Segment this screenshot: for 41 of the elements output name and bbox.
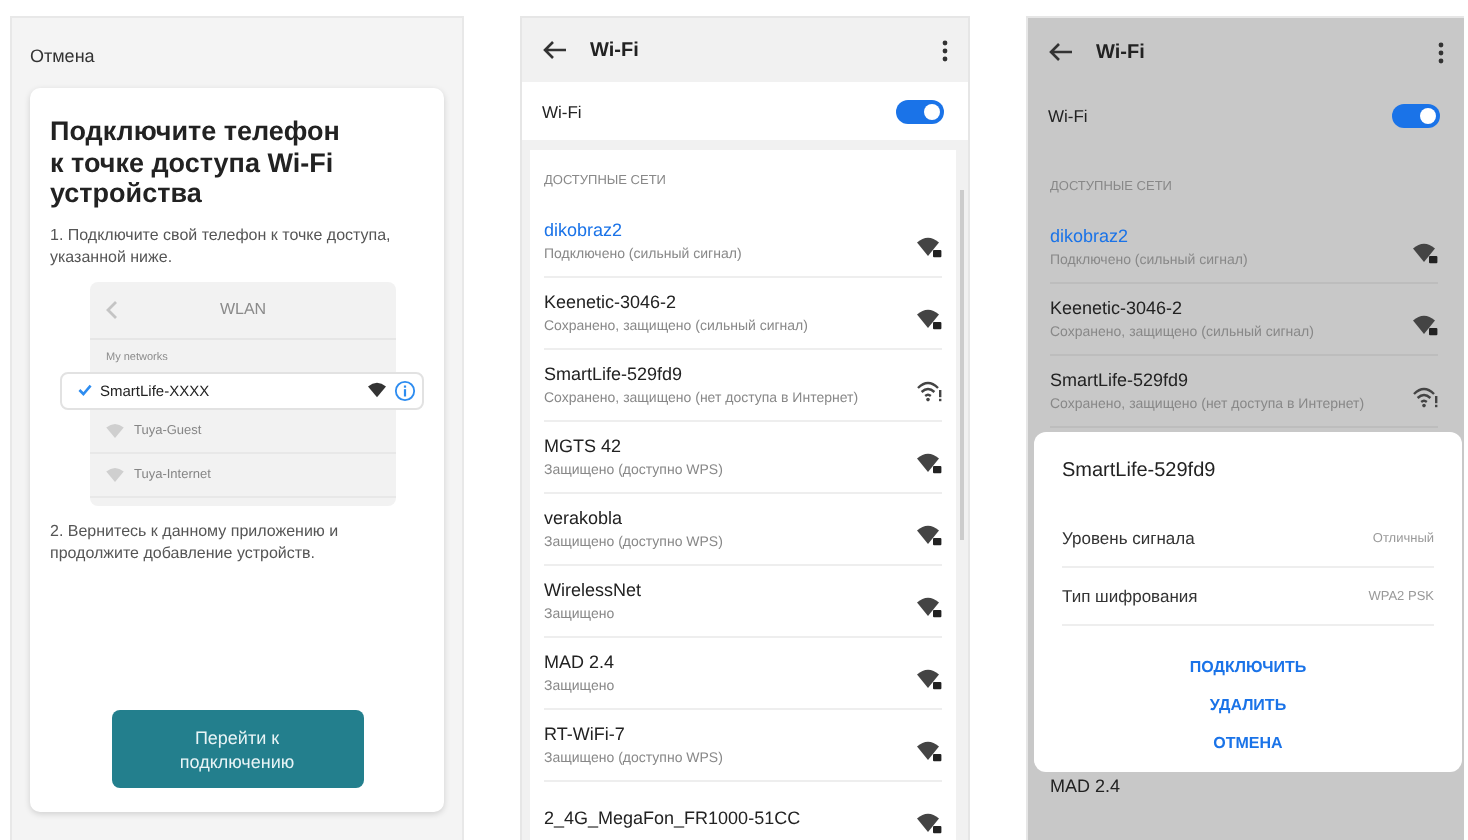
- dialog-label: Уровень сигнала: [1062, 528, 1195, 548]
- network-name[interactable]: MAD 2.4: [1050, 776, 1121, 796]
- info-icon: [394, 379, 416, 401]
- back-chevron-icon: [106, 299, 118, 319]
- setup-title: Подключите телефон к точке доступа Wi-Fi устройства: [50, 116, 342, 209]
- screen-title: Wi-Fi: [590, 39, 641, 62]
- dialog-button[interactable]: ПОДКЛЮЧИТЬ: [1181, 654, 1315, 680]
- dialog-title: SmartLife-529fd9: [1062, 460, 1218, 482]
- network-name[interactable]: SmartLife-529fd9: [544, 363, 683, 383]
- more-options-icon[interactable]: [942, 39, 948, 62]
- cancel-link[interactable]: Отмена: [30, 46, 95, 66]
- network-name[interactable]: MGTS 42: [544, 435, 622, 455]
- wifi-icon: [368, 382, 386, 398]
- network-name[interactable]: verakobla: [544, 507, 623, 527]
- step-text: 2. Вернитесь к данному приложению и продолжите добавление устройств.: [50, 519, 341, 563]
- wifi-switch[interactable]: [896, 99, 944, 124]
- network-name[interactable]: dikobraz2: [544, 219, 623, 239]
- network-name[interactable]: WirelessNet: [544, 579, 642, 599]
- network-name[interactable]: MAD 2.4: [544, 651, 615, 671]
- network-name[interactable]: SmartLife-529fd9: [1050, 369, 1189, 389]
- step-text: 1. Подключите свой телефон к точке доступа, указанной ниже.: [50, 223, 393, 267]
- more-options-icon[interactable]: [1438, 41, 1444, 63]
- screen-title: Wi-Fi: [1096, 41, 1147, 63]
- check-icon: [78, 384, 92, 396]
- mockup-title: WLAN: [217, 300, 269, 318]
- dialog-button[interactable]: УДАЛИТЬ: [1201, 692, 1295, 718]
- connect-button[interactable]: Перейти к подключению: [111, 710, 363, 788]
- network-name[interactable]: Keenetic-3046-2: [544, 291, 677, 311]
- network-name[interactable]: 2_4G_MegaFon_FR1000-51CC: [544, 807, 801, 827]
- network-name[interactable]: RT-WiFi-7: [544, 723, 625, 743]
- back-arrow-icon[interactable]: [542, 40, 568, 61]
- toggle-label: Wi-Fi: [1048, 106, 1090, 126]
- toggle-label: Wi-Fi: [542, 101, 584, 122]
- network-name[interactable]: Keenetic-3046-2: [1050, 297, 1183, 317]
- dialog-button[interactable]: ОТМЕНА: [1205, 730, 1291, 756]
- back-arrow-icon[interactable]: [1048, 42, 1074, 62]
- wifi-switch[interactable]: [1392, 104, 1440, 128]
- scrollbar[interactable]: [960, 190, 964, 540]
- dialog-label: Тип шифрования: [1062, 586, 1198, 606]
- wifi-icon: [106, 423, 124, 437]
- wifi-icon: [106, 467, 124, 481]
